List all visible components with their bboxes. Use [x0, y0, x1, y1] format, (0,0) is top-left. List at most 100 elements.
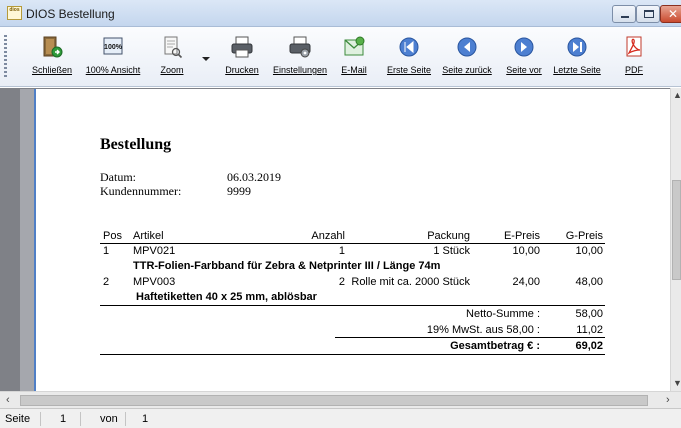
email-button[interactable]: E-Mail: [334, 31, 374, 83]
status-separator: [80, 412, 81, 426]
customer-number-label: Kundennummer:: [100, 184, 182, 198]
status-of-value: 1: [142, 413, 149, 425]
printer-settings-icon: [289, 36, 311, 58]
print-label: Drucken: [225, 65, 259, 75]
zoom-button[interactable]: Zoom: [150, 31, 194, 83]
maximize-icon: [644, 10, 654, 18]
scroll-down-icon[interactable]: ▼: [673, 378, 681, 388]
close-preview-button[interactable]: Schließen: [24, 31, 80, 83]
col-packung: Packung: [427, 230, 470, 242]
preview-gutter: [0, 88, 20, 391]
zoom-label: Zoom: [160, 65, 184, 75]
first-page-icon: [399, 37, 419, 57]
net-total-label: Netto-Summe :: [466, 308, 540, 320]
item-description: Haftetiketten 40 x 25 mm, ablösbar: [136, 291, 317, 303]
last-page-label: Letzte Seite: [553, 65, 601, 75]
pdf-label: PDF: [625, 65, 643, 75]
horizontal-scrollbar[interactable]: ‹ ›: [0, 391, 681, 408]
zoom-page-icon: [164, 36, 183, 59]
next-page-button[interactable]: Seite vor: [502, 31, 546, 83]
title-bar: dios DIOS Bestellung ✕: [0, 0, 681, 27]
header-divider: [100, 243, 605, 244]
page-left-margin: [20, 88, 36, 391]
scroll-right-icon[interactable]: ›: [666, 394, 670, 406]
pdf-button[interactable]: PDF: [616, 31, 652, 83]
document-title: Bestellung: [100, 136, 172, 153]
horizontal-scroll-thumb[interactable]: [20, 395, 648, 406]
svg-text:100%: 100%: [104, 44, 123, 51]
printer-icon: [231, 36, 253, 58]
net-total-row: Netto-Summe : 58,00: [100, 308, 605, 321]
table-row: 2 MPV003 2 Rolle mit ca. 2000 Stück 24,0…: [100, 276, 605, 289]
first-page-button[interactable]: Erste Seite: [384, 31, 434, 83]
print-settings-label: Einstellungen: [272, 65, 328, 75]
item-description: TTR-Folien-Farbband für Zebra & Netprint…: [133, 260, 441, 272]
scroll-left-icon[interactable]: ‹: [6, 394, 10, 406]
vat-value: 11,02: [576, 324, 603, 336]
zoom-100-label: 100% Ansicht: [85, 65, 141, 75]
previous-page-icon: [457, 37, 477, 57]
last-page-icon: [567, 37, 587, 57]
zoom-100-button[interactable]: 100% 100% Ansicht: [84, 31, 142, 83]
email-icon: [344, 36, 365, 56]
print-settings-button[interactable]: Einstellungen: [268, 31, 332, 83]
status-separator: [125, 412, 126, 426]
previous-page-button[interactable]: Seite zurück: [440, 31, 494, 83]
preview-area[interactable]: Bestellung Datum: 06.03.2019 Kundennumme…: [0, 88, 670, 391]
col-epreis: E-Preis: [503, 230, 540, 242]
close-icon: ✕: [668, 7, 679, 21]
page-top-edge: [20, 88, 670, 89]
toolbar: Schließen 100% 100% Ansicht Zoom Drucken: [0, 27, 681, 87]
scroll-up-icon[interactable]: ▲: [673, 90, 681, 100]
status-of-label: von: [100, 413, 118, 425]
status-separator: [40, 412, 41, 426]
maximize-button[interactable]: [636, 5, 660, 23]
table-row: 1 MPV021 1 1 Stück 10,00 10,00: [100, 245, 605, 258]
col-anzahl: Anzahl: [311, 230, 345, 242]
col-artikel: Artikel: [133, 230, 164, 242]
item-packung: 1 Stück: [433, 245, 470, 257]
previous-page-label: Seite zurück: [442, 65, 492, 75]
totals-divider: [335, 337, 605, 338]
minimize-icon: [621, 16, 629, 18]
item-artikel: MPV003: [133, 276, 176, 288]
totals-bottom-line: [100, 354, 605, 355]
net-total-value: 58,00: [575, 308, 603, 320]
close-window-button[interactable]: ✕: [660, 5, 681, 23]
table-row-description: Haftetiketten 40 x 25 mm, ablösbar: [100, 291, 605, 304]
date-value: 06.03.2019: [227, 170, 281, 184]
exit-door-icon: [43, 36, 63, 58]
customer-number-value: 9999: [227, 184, 251, 198]
item-packung: Rolle mit ca. 2000 Stück: [351, 276, 470, 288]
item-gpreis: 10,00: [575, 245, 603, 257]
print-button[interactable]: Drucken: [220, 31, 264, 83]
col-pos: Pos: [103, 230, 122, 242]
col-gpreis: G-Preis: [565, 230, 603, 242]
last-page-button[interactable]: Letzte Seite: [552, 31, 602, 83]
toolbar-grip[interactable]: [4, 35, 7, 79]
next-page-icon: [514, 37, 534, 57]
items-divider: [100, 305, 605, 306]
next-page-label: Seite vor: [506, 65, 542, 75]
email-label: E-Mail: [341, 65, 367, 75]
item-pos: 1: [103, 245, 110, 257]
pdf-icon: [626, 36, 642, 57]
vertical-scrollbar[interactable]: ▲ ▼: [670, 88, 681, 391]
item-epreis: 24,00: [512, 276, 540, 288]
status-page-label: Seite: [5, 413, 31, 425]
gross-total-row: Gesamtbetrag € : 69,02: [100, 340, 605, 353]
app-icon: dios: [7, 6, 22, 20]
vertical-scroll-thumb[interactable]: [672, 180, 681, 280]
window-title: DIOS Bestellung: [26, 7, 115, 21]
gross-total-value: 69,02: [575, 340, 603, 352]
item-anzahl: 2: [338, 276, 345, 288]
zoom-100-icon: 100%: [103, 37, 123, 55]
date-label: Datum:: [100, 170, 136, 184]
minimize-button[interactable]: [612, 5, 636, 23]
item-artikel: MPV021: [133, 245, 176, 257]
first-page-label: Erste Seite: [386, 65, 432, 75]
vat-row: 19% MwSt. aus 58,00 : 11,02: [100, 324, 605, 337]
item-pos: 2: [103, 276, 110, 288]
zoom-dropdown-arrow[interactable]: [202, 57, 210, 61]
gross-total-label: Gesamtbetrag € :: [450, 340, 540, 352]
